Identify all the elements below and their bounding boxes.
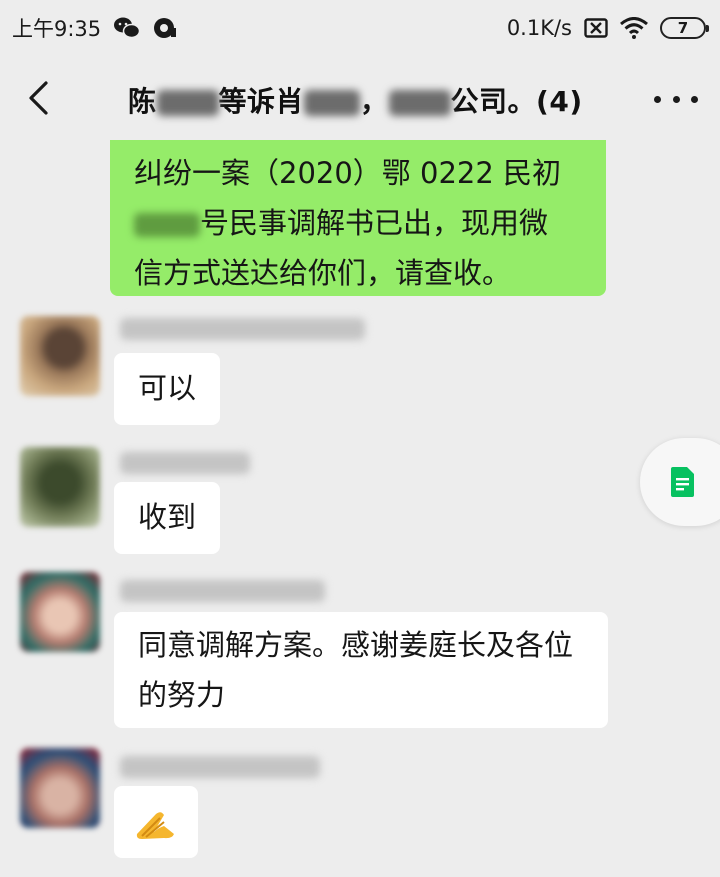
chat-header: 陈 等诉肖 ， 公司。(4) [0, 56, 720, 140]
redacted-case-number [134, 213, 200, 237]
more-dots-icon [691, 95, 698, 103]
more-dots-icon [654, 95, 661, 103]
sim-off-icon [584, 18, 608, 38]
status-left: 上午9:35 [12, 13, 177, 43]
battery-level: 7 [677, 19, 689, 37]
chat-title: 陈 等诉肖 ， 公司。(4) [128, 80, 598, 120]
message-bubble-sent[interactable]: 纠纷一案（2020）鄂 0222 民初 号民事调解书已出，现用微 信方式送达给你… [110, 140, 606, 296]
title-part-1: 陈 [128, 85, 157, 118]
chevron-left-icon [29, 81, 48, 115]
network-speed: 0.1K/s [506, 16, 572, 40]
sender-name-redacted [120, 452, 250, 474]
redacted-name [304, 90, 361, 116]
battery-icon: 7 [660, 17, 709, 39]
title-part-4: 公司。(4) [450, 85, 583, 118]
wechat-icon [113, 16, 141, 40]
redacted-name [388, 90, 451, 116]
avatar[interactable] [20, 316, 100, 396]
avatar[interactable] [20, 447, 100, 527]
message-line: 纠纷一案（2020）鄂 0222 民初 [134, 156, 562, 190]
avatar[interactable] [20, 572, 100, 652]
status-time: 上午9:35 [12, 17, 102, 41]
clap-emoji [136, 812, 174, 839]
message-bubble-received[interactable]: 同意调解方案。感谢姜庭长及各位 的努力 [114, 612, 608, 728]
title-part-3: ， [360, 85, 389, 118]
back-button[interactable] [18, 78, 58, 118]
document-icon [671, 467, 694, 497]
sender-name-redacted [120, 756, 320, 778]
message-line: 同意调解方案。感谢姜庭长及各位 [138, 628, 574, 662]
message-bubble-received[interactable]: 收到 [114, 482, 220, 554]
wifi-icon [620, 17, 648, 39]
title-part-2: 等诉肖 [218, 85, 305, 118]
message-bubble-received[interactable]: 可以 [114, 353, 220, 425]
more-button[interactable] [654, 84, 698, 114]
message-text: 可以 [138, 371, 197, 405]
message-line: 的努力 [138, 678, 226, 712]
status-right: 0.1K/s 7 [506, 16, 709, 40]
redacted-name [156, 90, 219, 116]
message-line: 信方式送达给你们，请查收。 [134, 256, 512, 290]
status-bar: 上午9:35 0.1K/s 7 [0, 0, 720, 56]
more-dots-icon [672, 95, 680, 103]
floating-document-tab[interactable] [640, 438, 720, 526]
avatar[interactable] [20, 748, 100, 828]
message-line: 号民事调解书已出，现用微 [134, 198, 582, 248]
sender-name-redacted [120, 580, 325, 602]
media-icon [153, 16, 177, 40]
sender-name-redacted [120, 318, 365, 340]
message-text: 收到 [138, 500, 197, 534]
